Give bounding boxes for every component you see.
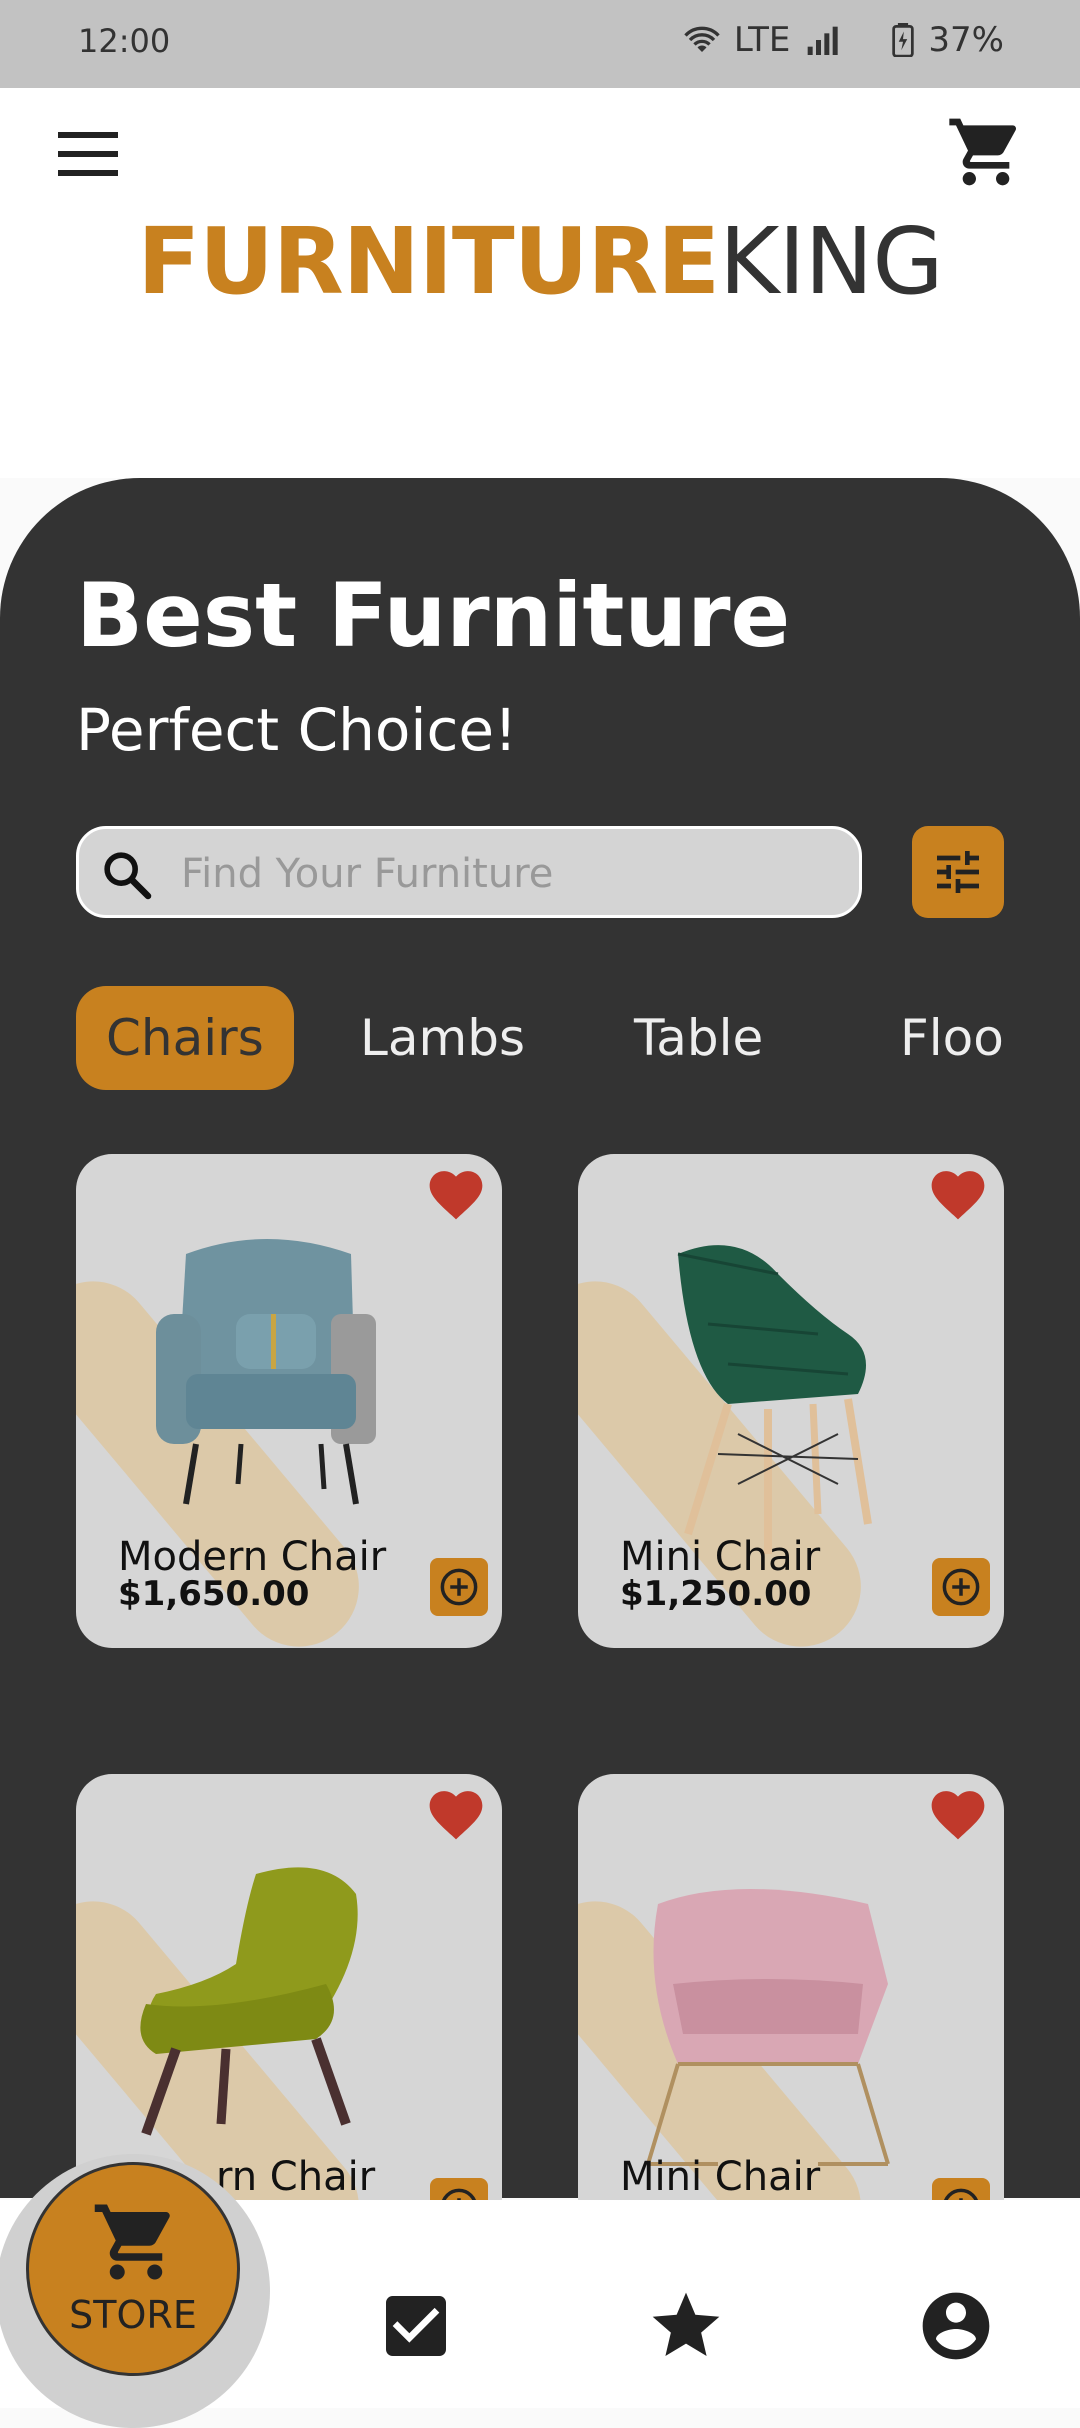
nav-account-button[interactable] bbox=[916, 2286, 996, 2366]
add-circle-icon bbox=[942, 1568, 980, 1606]
tune-sliders-icon bbox=[937, 851, 979, 893]
add-to-cart-button[interactable] bbox=[932, 1558, 990, 1616]
product-card[interactable]: Modern Chair $1,650.00 bbox=[76, 1154, 502, 1648]
hero-subtitle: Perfect Choice! bbox=[76, 696, 518, 764]
favorite-heart-icon[interactable] bbox=[424, 1784, 488, 1842]
star-icon bbox=[652, 2292, 720, 2356]
product-name: Mini Chair bbox=[620, 2154, 821, 2200]
search-bar[interactable] bbox=[76, 826, 862, 918]
account-icon bbox=[922, 2292, 990, 2360]
category-tab-chairs[interactable]: Chairs bbox=[76, 986, 294, 1090]
hero-title: Best Furniture bbox=[76, 564, 791, 667]
category-tab-lambs[interactable]: Lambs bbox=[360, 986, 525, 1090]
status-icons: LTE 37% bbox=[684, 20, 1004, 60]
pink-armchair-image bbox=[646, 1889, 890, 2166]
battery-level: 37% bbox=[928, 20, 1004, 60]
product-card[interactable]: Mini Chair $1,250.00 bbox=[578, 1154, 1004, 1648]
product-card[interactable]: Mini Chair bbox=[578, 1774, 1004, 2268]
cart-icon bbox=[94, 2204, 170, 2280]
logo-part-king: KING bbox=[719, 208, 944, 315]
battery-icon bbox=[892, 23, 915, 57]
search-input[interactable] bbox=[179, 843, 843, 905]
product-price: $1,250.00 bbox=[620, 1574, 812, 1614]
cart-icon bbox=[949, 118, 1017, 186]
category-tab-floo[interactable]: Floo bbox=[900, 986, 1004, 1090]
status-time: 12:00 bbox=[78, 22, 171, 60]
wifi-icon bbox=[684, 26, 720, 52]
add-circle-icon bbox=[440, 1568, 478, 1606]
brand-logo: FURNITUREKING bbox=[0, 208, 1080, 315]
checkbox-icon bbox=[386, 2296, 446, 2356]
cart-button[interactable] bbox=[946, 112, 1026, 192]
status-bar: 12:00 LTE 37% bbox=[0, 0, 1080, 88]
favorite-heart-icon[interactable] bbox=[926, 1784, 990, 1842]
chair-image bbox=[677, 1245, 872, 1554]
signal-icon bbox=[808, 26, 839, 55]
menu-button[interactable] bbox=[56, 128, 120, 180]
nav-tasks-button[interactable] bbox=[376, 2286, 456, 2366]
store-label: STORE bbox=[69, 2293, 197, 2337]
store-button[interactable]: STORE bbox=[26, 2162, 240, 2376]
favorite-heart-icon[interactable] bbox=[926, 1164, 990, 1222]
hamburger-menu-icon bbox=[58, 132, 118, 176]
product-name: rn Chair bbox=[216, 2154, 376, 2200]
favorite-heart-icon[interactable] bbox=[424, 1164, 488, 1222]
lounge-chair-image bbox=[140, 1867, 358, 2136]
category-tab-table[interactable]: Table bbox=[634, 986, 763, 1090]
search-icon bbox=[104, 852, 152, 900]
category-tabs: Chairs Lambs Table Floo bbox=[76, 986, 1080, 1090]
logo-part-furniture: FURNITURE bbox=[137, 208, 720, 315]
nav-favorites-button[interactable] bbox=[646, 2286, 726, 2366]
add-to-cart-button[interactable] bbox=[430, 1558, 488, 1616]
network-label: LTE bbox=[733, 20, 791, 60]
armchair-image bbox=[156, 1239, 376, 1505]
product-price: $1,650.00 bbox=[118, 1574, 310, 1614]
filter-button[interactable] bbox=[912, 826, 1004, 918]
